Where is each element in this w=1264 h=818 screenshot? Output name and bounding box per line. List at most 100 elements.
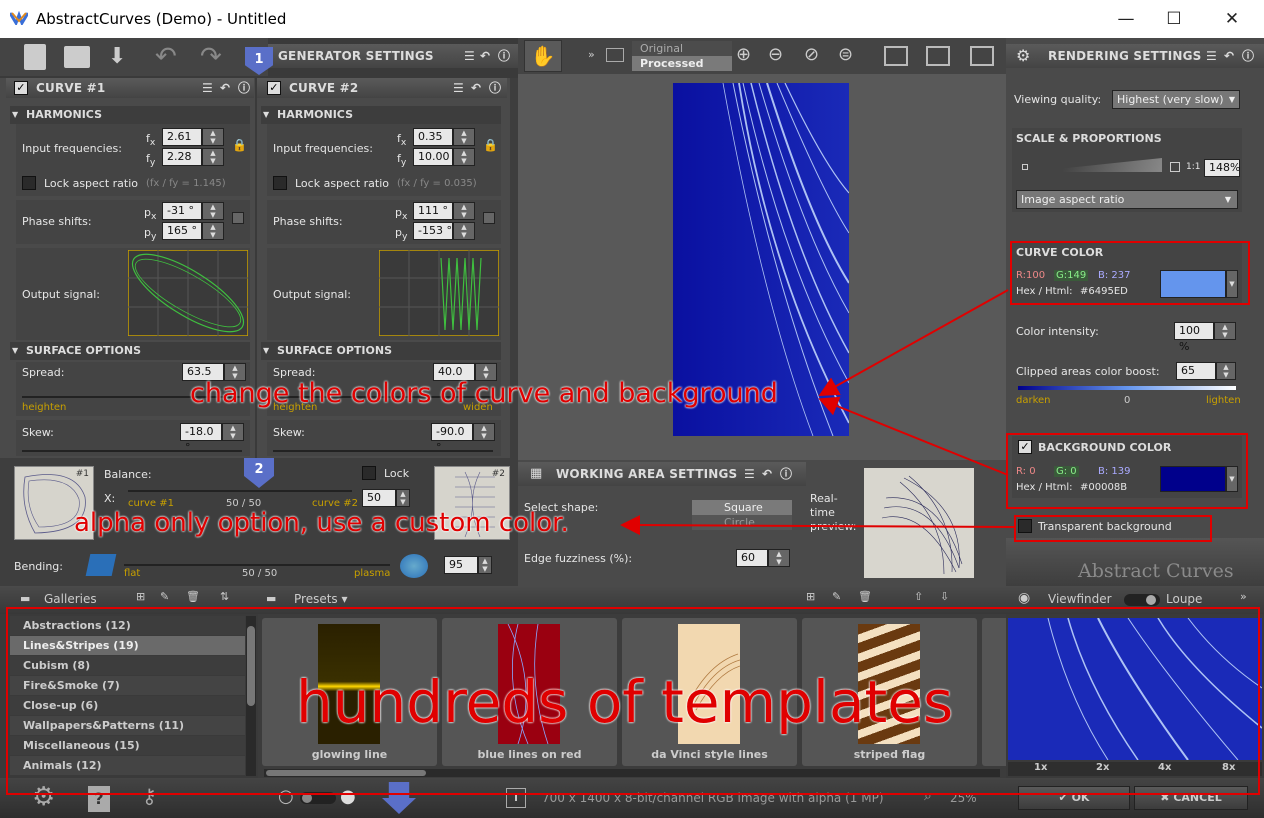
menu-icon[interactable]: ☰ xyxy=(744,462,755,486)
viewfinder-loupe-toggle[interactable] xyxy=(1124,594,1160,606)
expand-icon[interactable]: » xyxy=(588,48,595,61)
aspect-ratio-select[interactable]: Image aspect ratio ▼ xyxy=(1016,190,1238,209)
bending-input[interactable]: 95 xyxy=(444,556,478,574)
zoom-options-icon[interactable]: ⊜ xyxy=(838,44,853,65)
loupe-label[interactable]: Loupe xyxy=(1166,592,1202,606)
add-phase-icon[interactable] xyxy=(483,212,495,224)
fx-spinner[interactable]: ▲ ▼ xyxy=(453,128,475,146)
square-option[interactable]: Square xyxy=(692,500,792,515)
surface-options-header[interactable]: ▼ SURFACE OPTIONS xyxy=(10,342,250,360)
fx-input[interactable]: 0.35 xyxy=(413,128,453,146)
minimize-button[interactable]: — xyxy=(1106,4,1146,34)
skew-spinner[interactable]: ▲ ▼ xyxy=(473,423,495,441)
new-file-icon[interactable] xyxy=(24,44,46,70)
py-input[interactable]: -153 ° xyxy=(413,222,453,240)
curve-2-enable-checkbox[interactable]: ✓ xyxy=(267,81,281,95)
delete-preset-icon[interactable]: 🗑 xyxy=(858,590,872,603)
boost-gradient-slider[interactable] xyxy=(1018,386,1236,390)
save-download-icon[interactable]: ⬇ xyxy=(108,44,134,70)
lock-aspect-checkbox[interactable] xyxy=(273,176,287,190)
fy-input[interactable]: 10.00 xyxy=(413,148,453,166)
skew-spinner[interactable]: ▲ ▼ xyxy=(222,423,244,441)
px-input[interactable]: 111 ° xyxy=(413,202,453,220)
sort-galleries-icon[interactable]: ⇅ xyxy=(220,590,229,603)
redo-icon[interactable]: ↷ xyxy=(200,42,222,72)
upload-preset-icon[interactable]: ⇧ xyxy=(914,590,923,603)
px-spinner[interactable]: ▲ ▼ xyxy=(202,202,224,220)
add-preset-icon[interactable]: ⊞ xyxy=(806,590,815,603)
zoom-in-icon[interactable]: ⊕ xyxy=(736,44,751,65)
menu-icon[interactable]: ☰ xyxy=(202,78,213,98)
info-icon[interactable]: ⓘ xyxy=(780,462,792,486)
fullscreen-icon[interactable] xyxy=(926,46,950,66)
clipped-boost-spinner[interactable]: ▲ ▼ xyxy=(1216,362,1236,380)
menu-icon[interactable]: ☰ xyxy=(1206,44,1217,68)
original-toggle[interactable]: Original xyxy=(632,41,732,56)
clipped-boost-input[interactable]: 65 xyxy=(1176,362,1216,380)
image-icon[interactable] xyxy=(606,48,624,62)
fy-spinner[interactable]: ▲ ▼ xyxy=(453,148,475,166)
undo-icon[interactable]: ↶ xyxy=(155,42,177,72)
balance-spinner[interactable]: ▲ ▼ xyxy=(396,489,410,507)
py-spinner[interactable]: ▲ ▼ xyxy=(453,222,475,240)
edit-preset-icon[interactable]: ✎ xyxy=(832,590,841,603)
monitor-icon[interactable] xyxy=(970,46,994,66)
zoom-reset-icon[interactable]: ⊘ xyxy=(804,44,819,65)
open-folder-icon[interactable] xyxy=(64,46,90,68)
delete-gallery-icon[interactable]: 🗑 xyxy=(186,590,200,603)
py-spinner[interactable]: ▲ ▼ xyxy=(202,222,224,240)
menu-icon[interactable]: ☰ xyxy=(464,44,475,68)
curve-1-enable-checkbox[interactable]: ✓ xyxy=(14,81,28,95)
viewing-quality-select[interactable]: Highest (very slow) ▼ xyxy=(1112,90,1240,109)
color-intensity-spinner[interactable]: ▲ ▼ xyxy=(1214,322,1236,340)
balance-input[interactable]: 50 xyxy=(362,489,396,507)
fy-input[interactable]: 2.28 xyxy=(162,148,202,166)
balance-slider[interactable] xyxy=(128,490,352,492)
edge-fuzziness-spinner[interactable]: ▲ ▼ xyxy=(768,549,790,567)
reset-icon[interactable]: ↶ xyxy=(220,78,230,98)
close-button[interactable]: ✕ xyxy=(1212,4,1252,34)
py-input[interactable]: 165 ° xyxy=(162,222,202,240)
surface-options-header[interactable]: ▼ SURFACE OPTIONS xyxy=(261,342,501,360)
px-spinner[interactable]: ▲ ▼ xyxy=(453,202,475,220)
circle-option[interactable]: Circle xyxy=(692,515,792,530)
skew-slider[interactable] xyxy=(273,450,493,452)
bending-slider[interactable] xyxy=(124,564,390,566)
lock-icon[interactable]: 🔒 xyxy=(483,138,498,152)
lock-icon[interactable]: 🔒 xyxy=(232,138,247,152)
reset-icon[interactable]: ↶ xyxy=(762,462,772,486)
balance-lock-checkbox[interactable] xyxy=(362,466,376,480)
harmonics-section-header[interactable]: ▼ HARMONICS xyxy=(10,106,250,124)
reset-icon[interactable]: ↶ xyxy=(1224,44,1234,68)
harmonics-section-header[interactable]: ▼ HARMONICS xyxy=(261,106,501,124)
expand-viewfinder-icon[interactable]: » xyxy=(1240,590,1247,603)
download-preset-icon[interactable]: ⇩ xyxy=(940,590,949,603)
lock-aspect-checkbox[interactable] xyxy=(22,176,36,190)
skew-slider[interactable] xyxy=(22,450,242,452)
add-gallery-icon[interactable]: ⊞ xyxy=(136,590,145,603)
reset-icon[interactable]: ↶ xyxy=(480,44,490,68)
fy-spinner[interactable]: ▲ ▼ xyxy=(202,148,224,166)
presets-title[interactable]: Presets ▾ xyxy=(294,592,348,606)
fx-input[interactable]: 2.61 xyxy=(162,128,202,146)
maximize-button[interactable]: ☐ xyxy=(1154,4,1194,34)
scale-slider[interactable] xyxy=(1042,158,1162,172)
skew-input[interactable]: -90.0 ° xyxy=(431,423,473,454)
px-input[interactable]: -31 ° xyxy=(162,202,202,220)
fit-window-icon[interactable] xyxy=(884,46,908,66)
edge-fuzziness-input[interactable]: 60 xyxy=(736,549,768,567)
fx-spinner[interactable]: ▲ ▼ xyxy=(202,128,224,146)
hand-tool-icon[interactable]: ✋ xyxy=(524,40,562,72)
ratio-1-1-label[interactable]: 1:1 xyxy=(1186,162,1200,172)
color-intensity-input[interactable]: 100 % xyxy=(1174,322,1214,353)
viewfinder-label[interactable]: Viewfinder xyxy=(1048,592,1112,606)
edit-gallery-icon[interactable]: ✎ xyxy=(160,590,169,603)
zoom-out-icon[interactable]: ⊖ xyxy=(768,44,783,65)
add-phase-icon[interactable] xyxy=(232,212,244,224)
reset-icon[interactable]: ↶ xyxy=(471,78,481,98)
bending-spinner[interactable]: ▲ ▼ xyxy=(478,556,492,574)
info-icon[interactable]: ⓘ xyxy=(498,44,510,68)
processed-toggle[interactable]: Processed xyxy=(632,56,732,71)
info-icon[interactable]: ⓘ xyxy=(1242,44,1254,68)
menu-icon[interactable]: ☰ xyxy=(453,78,464,98)
